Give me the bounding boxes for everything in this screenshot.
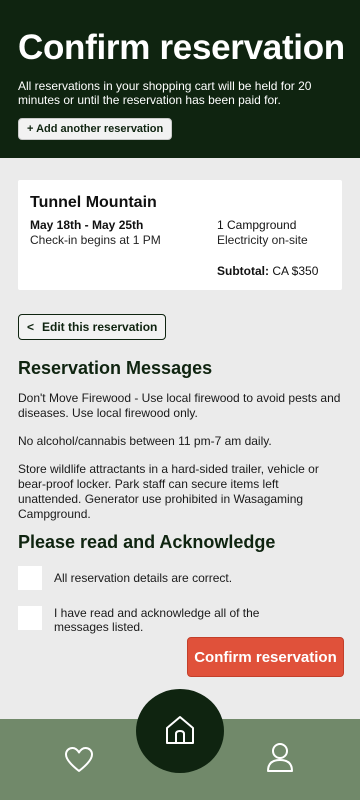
page-header: Confirm reservation All reservations in … [0,0,360,158]
home-button[interactable] [136,689,224,773]
subtotal: Subtotal: CA $350 [217,264,318,278]
page-title: Confirm reservation [18,28,345,67]
edit-reservation-label: Edit this reservation [42,319,158,334]
message-item: Don't Move Firewood - Use local firewood… [18,391,341,420]
checkin-time: Check-in begins at 1 PM [30,233,161,247]
acknowledge-title: Please read and Acknowledge [18,532,276,552]
messages-title: Reservation Messages [18,358,213,378]
chevron-left-icon: < [27,319,35,334]
home-icon [166,716,194,744]
reservation-card: Tunnel Mountain May 18th - May 25th Chec… [18,180,342,290]
user-icon[interactable] [265,741,295,778]
site-amenity: Electricity on-site [217,233,308,247]
site-count: 1 Campground [217,218,297,232]
subtotal-label: Subtotal: [217,264,269,278]
message-item: Store wildlife attractants in a hard-sid… [18,462,319,521]
details-checkbox-label: All reservation details are correct. [54,571,233,585]
subtotal-value: CA $350 [272,264,319,278]
heart-icon[interactable] [64,746,94,779]
park-name: Tunnel Mountain [30,194,157,211]
reservation-dates: May 18th - May 25th [30,218,144,232]
messages-checkbox[interactable] [18,606,42,630]
messages-checkbox-label: I have read and acknowledge all of the m… [54,606,260,634]
message-item: No alcohol/cannabis between 11 pm-7 am d… [18,434,272,448]
edit-reservation-button[interactable]: < Edit this reservation [18,314,167,340]
hold-note: All reservations in your shopping cart w… [18,79,312,107]
confirm-reservation-button[interactable]: Confirm reservation [187,637,344,677]
add-reservation-button[interactable]: + Add another reservation [18,118,173,140]
details-checkbox[interactable] [18,566,42,590]
